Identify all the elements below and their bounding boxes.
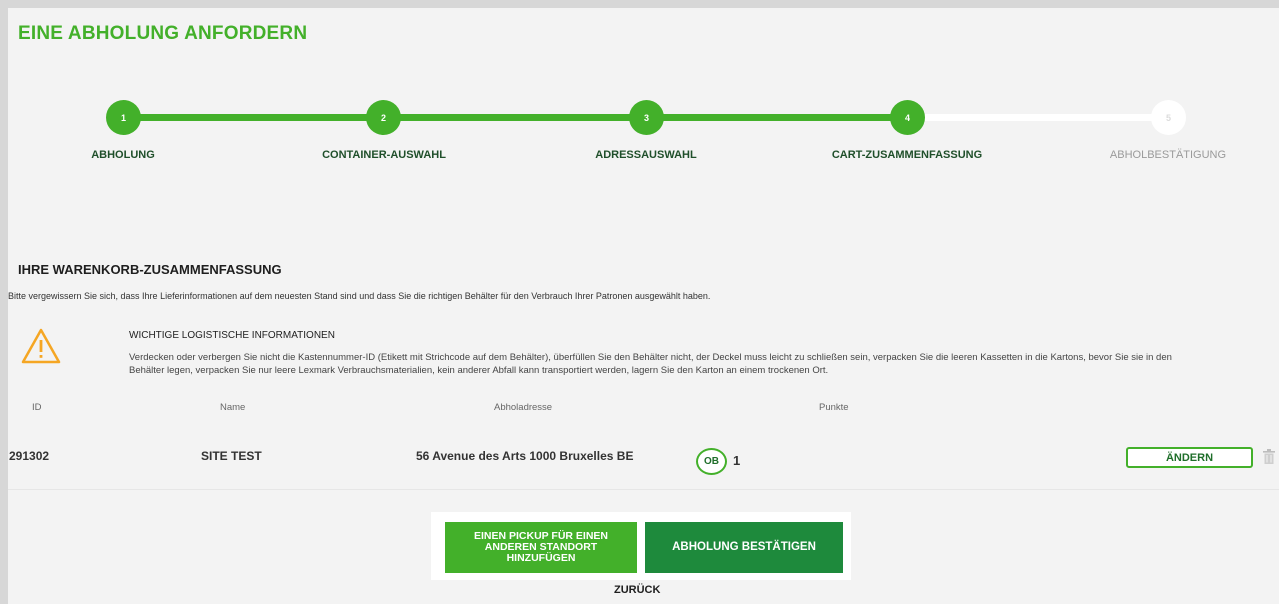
stepper-track-3 <box>656 114 918 121</box>
logistics-text: Verdecken oder verbergen Sie nicht die K… <box>129 352 1172 376</box>
step-4-label: CART-ZUSAMMENFASSUNG <box>831 149 983 161</box>
confirm-pickup-button[interactable]: ABHOLUNG BESTÄTIGEN <box>645 522 843 573</box>
page-frame: EINE ABHOLUNG ANFORDERN 1 2 3 4 5 ABHOLU… <box>8 8 1279 604</box>
step-3-circle[interactable]: 3 <box>629 100 664 135</box>
trash-icon[interactable] <box>1263 449 1275 464</box>
edit-button[interactable]: ÄNDERN <box>1126 447 1253 468</box>
step-5-circle: 5 <box>1151 100 1186 135</box>
summary-description: Bitte vergewissern Sie sich, dass Ihre L… <box>8 291 711 301</box>
action-button-group: EINEN PICKUP FÜR EINEN ANDEREN STANDORT … <box>431 512 851 580</box>
row-address: 56 Avenue des Arts 1000 Bruxelles BE <box>416 449 634 463</box>
add-pickup-button[interactable]: EINEN PICKUP FÜR EINEN ANDEREN STANDORT … <box>445 522 637 573</box>
logistics-heading: WICHTIGE LOGISTISCHE INFORMATIONEN <box>129 330 335 341</box>
step-5-label: ABHOLBESTÄTIGUNG <box>1109 149 1227 161</box>
table-row: 291302 SITE TEST 56 Avenue des Arts 1000… <box>8 430 1279 490</box>
row-name: SITE TEST <box>201 449 262 463</box>
back-link[interactable]: ZURÜCK <box>614 584 660 596</box>
stepper-track-4 <box>918 114 1180 121</box>
step-2-circle[interactable]: 2 <box>366 100 401 135</box>
column-header-id: ID <box>32 402 42 413</box>
row-points: 1 <box>733 453 741 468</box>
step-4-circle[interactable]: 4 <box>890 100 925 135</box>
step-2-label: CONTAINER-AUSWAHL <box>322 149 446 161</box>
stepper-track-1 <box>126 114 394 121</box>
page-title: EINE ABHOLUNG ANFORDERN <box>18 23 308 44</box>
warning-triangle-icon <box>21 328 61 364</box>
step-1-label: ABHOLUNG <box>91 149 155 161</box>
summary-title: IHRE WARENKORB-ZUSAMMENFASSUNG <box>18 262 282 277</box>
step-1-circle[interactable]: 1 <box>106 100 141 135</box>
column-header-name: Name <box>220 402 246 413</box>
stepper-track-2 <box>394 114 656 121</box>
row-id: 291302 <box>9 449 50 463</box>
column-header-points: Punkte <box>819 402 849 413</box>
progress-stepper: 1 2 3 4 5 ABHOLUNG CONTAINER-AUSWAHL ADR… <box>8 100 1279 170</box>
ob-badge: OB <box>696 448 727 475</box>
column-header-address: Abholadresse <box>494 402 553 413</box>
step-3-label: ADRESSAUSWAHL <box>595 149 697 161</box>
